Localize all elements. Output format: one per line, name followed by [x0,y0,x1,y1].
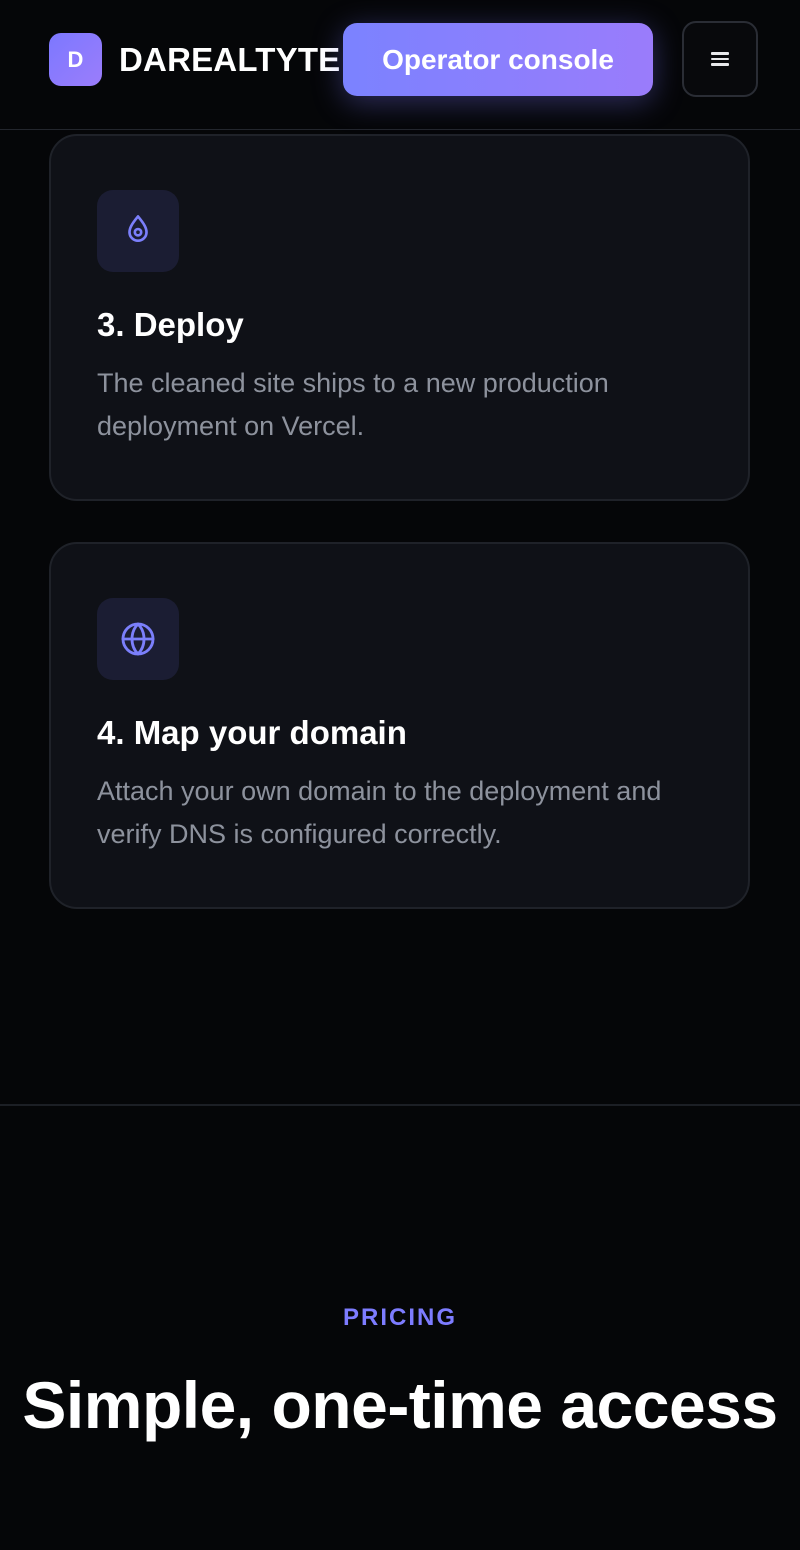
menu-button[interactable] [682,21,758,97]
step-description: Attach your own domain to the deployment… [97,776,662,849]
pricing-section: PRICING Simple, one-time access [0,1106,800,1550]
pricing-eyebrow: PRICING [342,1304,457,1331]
operator-console-button[interactable]: Operator console [343,23,653,96]
step-description: The cleaned site ships to a new producti… [97,368,609,441]
hamburger-menu-icon [711,52,729,66]
step-icon-tile [97,598,179,680]
step-title: 4. Map your domain [97,714,407,751]
step-card-deploy: 3. Deploy The cleaned site ships to a ne… [49,134,750,501]
step-icon-tile [97,190,179,272]
brand-mark: D [49,33,102,86]
brand-name: DAREALTYTE [119,40,341,78]
step-card-map-domain: 4. Map your domain Attach your own domai… [49,542,750,909]
map-pin-icon [128,215,148,242]
page: D DAREALTYTE Operator console 3. Deploy … [0,0,800,1550]
site-header: D DAREALTYTE Operator console [0,0,800,130]
brand-logo[interactable]: D DAREALTYTE [49,33,340,86]
pricing-heading: Simple, one-time access [22,1368,778,1442]
globe-icon [121,622,155,656]
step-title: 3. Deploy [97,306,244,343]
